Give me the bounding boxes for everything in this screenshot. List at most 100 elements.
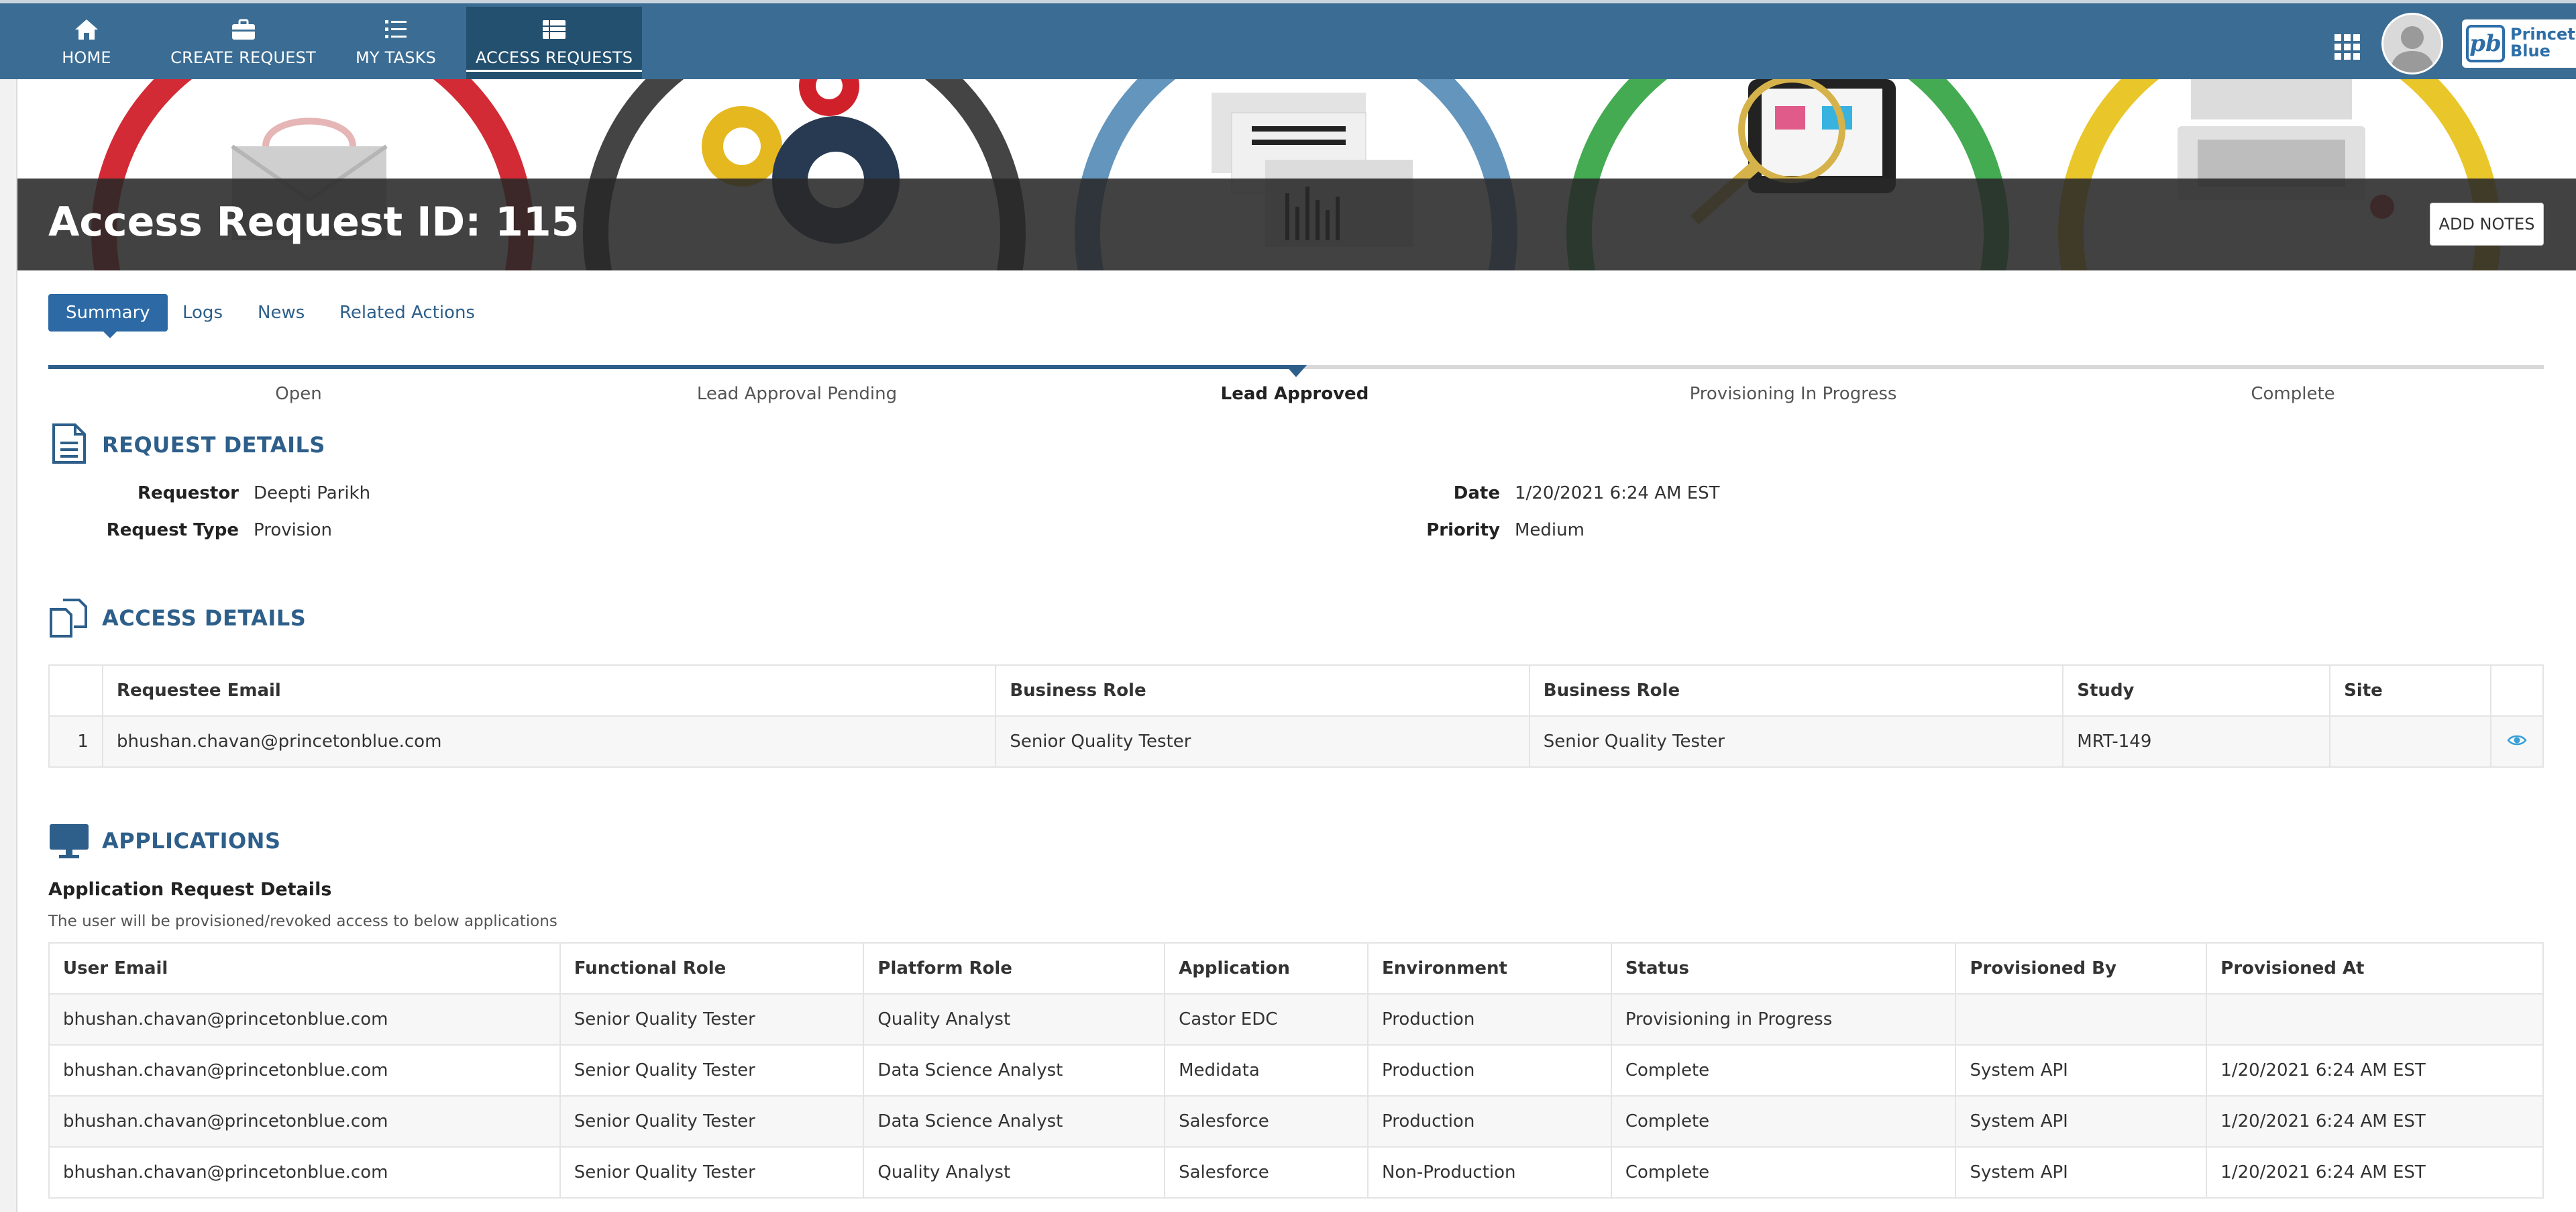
platform-role-cell: Data Science Analyst (863, 1095, 1166, 1148)
business-role-cell: Senior Quality Tester (995, 715, 1530, 768)
column-header-business-role[interactable]: Business Role (995, 664, 1530, 717)
step-lead-approval-pending: Lead Approval Pending (696, 384, 898, 404)
request-type-value: Provision (254, 520, 333, 540)
tab-logs[interactable]: Logs (182, 294, 223, 332)
requestor-label: Requestor (138, 483, 239, 503)
nav-home-label: HOME (62, 48, 111, 67)
table-row: bhushan.chavan@princetonblue.com Senior … (48, 1095, 2544, 1148)
status-cell: Complete (1610, 1044, 1957, 1097)
progress-stepper-fill (48, 365, 1296, 369)
monitor-icon (50, 824, 89, 858)
column-header-environment[interactable]: Environment (1366, 942, 1612, 995)
progress-current-marker (1285, 365, 1307, 377)
table-header-row: User Email Functional Role Platform Role… (48, 942, 2544, 995)
functional-role-cell: Senior Quality Tester (559, 1044, 865, 1097)
column-header-platform-role[interactable]: Platform Role (863, 942, 1166, 995)
applications-table: User Email Functional Role Platform Role… (48, 942, 2544, 1199)
status-cell: Complete (1610, 1146, 1957, 1199)
column-header-user-email[interactable]: User Email (48, 942, 561, 995)
tab-summary[interactable]: Summary (48, 294, 168, 338)
user-silhouette-icon (2383, 15, 2441, 72)
environment-cell: Non-Production (1366, 1146, 1612, 1199)
column-header-index (48, 664, 103, 717)
functional-role-cell: Senior Quality Tester (559, 993, 865, 1046)
home-icon (75, 19, 98, 40)
platform-role-cell: Data Science Analyst (863, 1044, 1166, 1097)
row-index: 1 (48, 715, 103, 768)
column-header-provisioned-at[interactable]: Provisioned At (2206, 942, 2544, 995)
request-type-label: Request Type (106, 520, 239, 540)
nav-access-requests[interactable]: ACCESS REQUESTS (466, 7, 642, 83)
provisioned-at-cell: 1/20/2021 6:24 AM EST (2206, 1044, 2544, 1097)
eye-icon[interactable] (2507, 734, 2527, 747)
nav-create-request-label: CREATE REQUEST (170, 48, 316, 67)
application-cell: Medidata (1164, 1044, 1368, 1097)
provisioned-by-cell (1955, 993, 2208, 1046)
access-details-title: ACCESS DETAILS (102, 605, 307, 631)
column-header-requestee-email[interactable]: Requestee Email (101, 664, 997, 717)
table-row: bhushan.chavan@princetonblue.com Senior … (48, 1146, 2544, 1199)
platform-role-cell: Quality Analyst (863, 993, 1166, 1046)
provisioned-by-cell: System API (1955, 1044, 2208, 1097)
environment-cell: Production (1366, 1095, 1612, 1148)
column-header-provisioned-by[interactable]: Provisioned By (1955, 942, 2208, 995)
application-cell: Salesforce (1164, 1095, 1368, 1148)
access-details-table: Requestee Email Business Role Business R… (48, 664, 2544, 768)
date-label: Date (1453, 483, 1500, 503)
table-header-row: Requestee Email Business Role Business R… (48, 664, 2544, 717)
request-details-title: REQUEST DETAILS (102, 432, 325, 458)
column-header-actions (2489, 664, 2544, 717)
user-avatar[interactable] (2381, 13, 2443, 74)
nav-create-request[interactable]: CREATE REQUEST (168, 7, 319, 83)
site-cell (2329, 715, 2491, 768)
apps-grid-icon[interactable] (2333, 33, 2361, 61)
environment-cell: Production (1366, 993, 1612, 1046)
step-open: Open (275, 384, 322, 404)
tab-related-actions[interactable]: Related Actions (339, 294, 475, 332)
application-cell: Salesforce (1164, 1146, 1368, 1199)
user-email-cell: bhushan.chavan@princetonblue.com (48, 1044, 561, 1097)
nav-home[interactable]: HOME (43, 7, 130, 83)
table-row: bhushan.chavan@princetonblue.com Senior … (48, 1044, 2544, 1097)
column-header-site[interactable]: Site (2329, 664, 2491, 717)
provisioned-at-cell: 1/20/2021 6:24 AM EST (2206, 1146, 2544, 1199)
user-email-cell: bhushan.chavan@princetonblue.com (48, 1095, 561, 1148)
tab-news[interactable]: News (258, 294, 305, 332)
nav-my-tasks[interactable]: MY TASKS (349, 7, 443, 83)
column-header-business-role-2[interactable]: Business Role (1528, 664, 2064, 717)
briefcase-icon (231, 19, 255, 40)
brand-mark: pb (2466, 25, 2505, 62)
column-header-study[interactable]: Study (2062, 664, 2331, 717)
study-cell: MRT-149 (2062, 715, 2331, 768)
provisioned-by-cell: System API (1955, 1095, 2208, 1148)
brand-name: Princeton Blue (2510, 25, 2576, 60)
column-header-application[interactable]: Application (1164, 942, 1368, 995)
application-request-details-heading: Application Request Details (48, 879, 332, 900)
environment-cell: Production (1366, 1044, 1612, 1097)
table-row: bhushan.chavan@princetonblue.com Senior … (48, 993, 2544, 1046)
task-list-icon (385, 20, 407, 38)
column-header-functional-role[interactable]: Functional Role (559, 942, 865, 995)
provisioned-at-cell (2206, 993, 2544, 1046)
functional-role-cell: Senior Quality Tester (559, 1146, 865, 1199)
step-complete: Complete (2251, 384, 2335, 404)
page-title: Access Request ID: 115 (48, 199, 580, 246)
priority-label: Priority (1426, 520, 1500, 540)
status-cell: Complete (1610, 1095, 1957, 1148)
requestee-email-cell: bhushan.chavan@princetonblue.com (101, 715, 997, 768)
column-header-status[interactable]: Status (1610, 942, 1957, 995)
brand-logo[interactable]: pb Princeton Blue (2462, 19, 2576, 68)
step-lead-approved: Lead Approved (1220, 384, 1369, 404)
list-icon (543, 20, 566, 39)
document-icon (52, 423, 86, 464)
add-notes-button[interactable]: ADD NOTES (2430, 203, 2544, 246)
functional-role-cell: Senior Quality Tester (559, 1095, 865, 1148)
applications-description: The user will be provisioned/revoked acc… (48, 913, 557, 930)
nav-my-tasks-label: MY TASKS (355, 48, 437, 67)
left-gutter (0, 79, 17, 1212)
user-email-cell: bhushan.chavan@princetonblue.com (48, 1146, 561, 1199)
hero-banner: Access Request ID: 115 (17, 79, 2576, 270)
user-email-cell: bhushan.chavan@princetonblue.com (48, 993, 561, 1046)
top-nav-bar: HOME CREATE REQUEST MY TASKS ACCESS REQU… (0, 0, 2576, 83)
nav-access-requests-label: ACCESS REQUESTS (466, 48, 642, 72)
